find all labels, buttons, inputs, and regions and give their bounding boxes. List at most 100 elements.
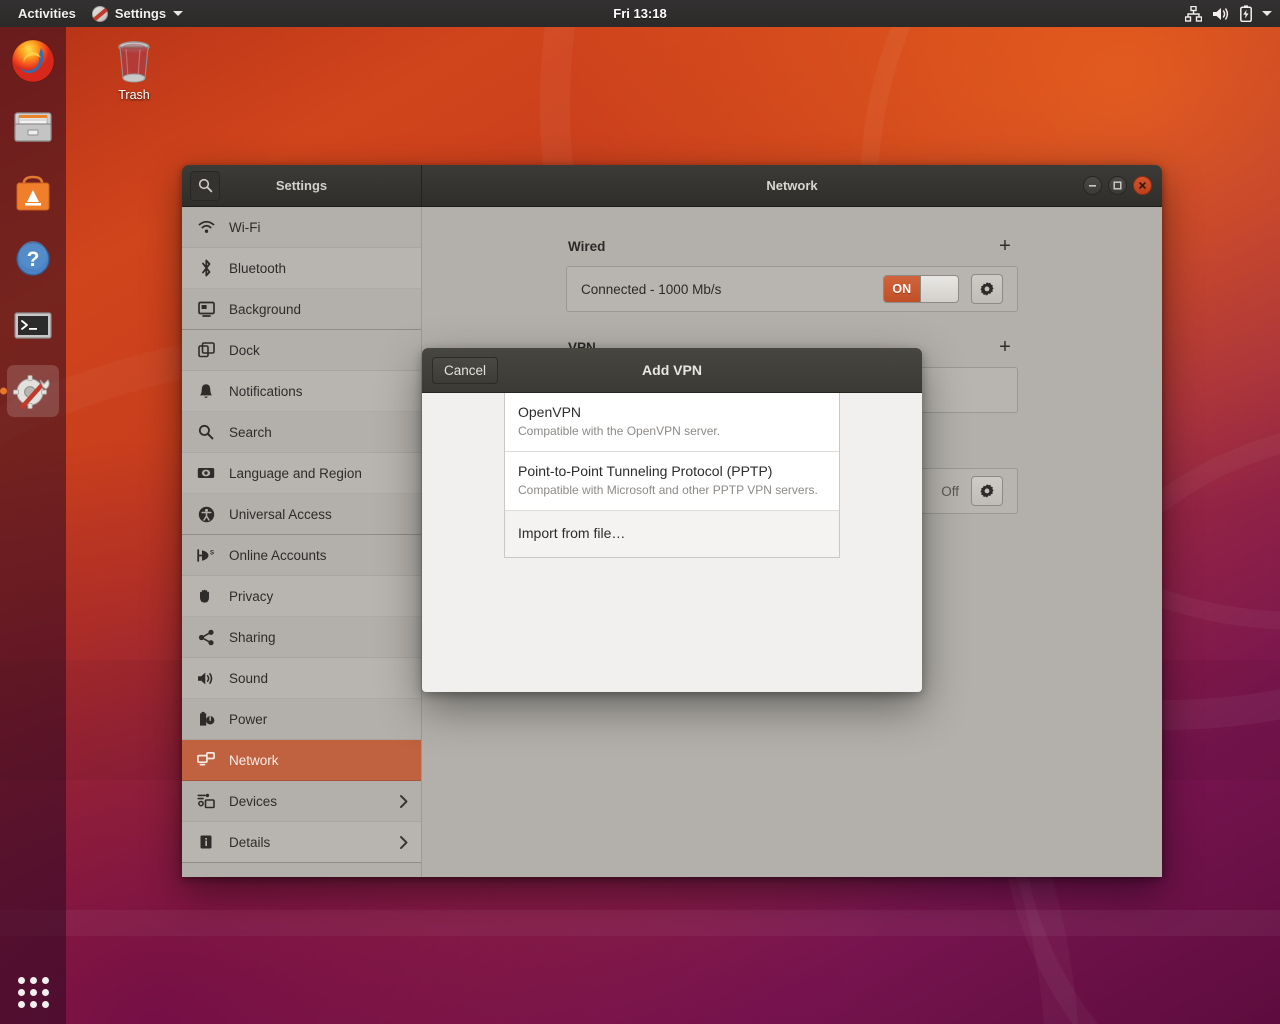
background-icon bbox=[196, 301, 216, 318]
devices-icon bbox=[196, 793, 216, 809]
chevron-down-icon bbox=[173, 11, 184, 16]
accessibility-icon bbox=[196, 506, 216, 523]
settings-gear-wrench-icon bbox=[13, 375, 50, 409]
network-icon bbox=[196, 752, 216, 768]
dock-item-software[interactable] bbox=[7, 167, 59, 219]
search-icon bbox=[196, 424, 216, 440]
close-button[interactable] bbox=[1133, 176, 1152, 195]
section-title: Wired bbox=[568, 238, 606, 254]
sidebar-item-label: Bluetooth bbox=[229, 260, 287, 276]
chevron-right-icon bbox=[399, 835, 409, 850]
sidebar-item-dock[interactable]: Dock bbox=[182, 330, 421, 371]
sidebar-item-label: Network bbox=[229, 752, 279, 768]
language-icon bbox=[196, 466, 216, 480]
sidebar-item-wi-fi[interactable]: Wi-Fi bbox=[182, 207, 421, 248]
sidebar-item-sharing[interactable]: Sharing bbox=[182, 617, 421, 658]
proxy-add-placeholder bbox=[994, 437, 1016, 459]
maximize-button[interactable] bbox=[1108, 176, 1127, 195]
toggle-knob bbox=[919, 276, 958, 302]
bell-icon bbox=[196, 383, 216, 400]
sidebar-item-label: Universal Access bbox=[229, 506, 332, 522]
wired-toggle[interactable]: ON bbox=[883, 275, 959, 303]
sidebar-item-details[interactable]: Details bbox=[182, 822, 421, 863]
sidebar-item-label: Sharing bbox=[229, 629, 276, 645]
dock-icon bbox=[196, 342, 216, 358]
wallpaper-band bbox=[0, 910, 1280, 936]
sidebar-item-label: Devices bbox=[229, 793, 278, 809]
grid-dot bbox=[30, 977, 37, 984]
ubuntu-software-icon bbox=[16, 175, 50, 211]
dock-item-firefox[interactable] bbox=[7, 35, 59, 87]
list-item[interactable]: Import from file… bbox=[505, 511, 839, 557]
desktop-icon-trash[interactable]: Trash bbox=[101, 38, 167, 102]
add-vpn-button[interactable]: + bbox=[994, 336, 1016, 358]
sidebar-item-notifications[interactable]: Notifications bbox=[182, 371, 421, 412]
list-item[interactable]: Point-to-Point Tunneling Protocol (PPTP)… bbox=[505, 452, 839, 511]
show-applications-button[interactable] bbox=[11, 970, 55, 1014]
app-menu-button[interactable]: Settings bbox=[84, 2, 191, 26]
window-header-right: Network bbox=[422, 165, 1162, 206]
vpn-option-name: Import from file… bbox=[518, 525, 626, 541]
search-icon bbox=[198, 178, 212, 193]
vpn-option-description: Compatible with Microsoft and other PPTP… bbox=[518, 483, 818, 497]
sound-icon bbox=[196, 671, 216, 686]
list-item[interactable]: OpenVPN Compatible with the OpenVPN serv… bbox=[505, 393, 839, 452]
sidebar-item-background[interactable]: Background bbox=[182, 289, 421, 330]
dock-item-files[interactable] bbox=[7, 101, 59, 153]
clock[interactable]: Fri 13:18 bbox=[0, 6, 1280, 21]
power-icon bbox=[196, 711, 216, 728]
sidebar-item-label: Wi-Fi bbox=[229, 219, 261, 235]
sidebar-item-power[interactable]: Power bbox=[182, 699, 421, 740]
add-wired-button[interactable]: + bbox=[994, 235, 1016, 257]
help-icon: ? bbox=[16, 241, 50, 276]
vpn-type-list: OpenVPN Compatible with the OpenVPN serv… bbox=[504, 393, 840, 558]
dock-item-help[interactable]: ? bbox=[7, 233, 59, 285]
sidebar-item-search[interactable]: Search bbox=[182, 412, 421, 453]
sidebar-item-privacy[interactable]: Privacy bbox=[182, 576, 421, 617]
grid-dot bbox=[42, 989, 49, 996]
sidebar-item-universal-access[interactable]: Universal Access bbox=[182, 494, 421, 535]
add-vpn-dialog: Cancel Add VPN OpenVPN Compatible with t… bbox=[422, 348, 922, 692]
dock-item-settings[interactable] bbox=[7, 365, 59, 417]
sidebar-search-button[interactable] bbox=[190, 170, 220, 201]
chevron-right-icon bbox=[399, 794, 409, 809]
volume-icon bbox=[1213, 7, 1229, 20]
network-wired-icon bbox=[1185, 5, 1202, 22]
minimize-button[interactable] bbox=[1083, 176, 1102, 195]
wired-settings-button[interactable] bbox=[971, 274, 1003, 304]
hand-icon bbox=[196, 588, 216, 604]
sidebar-header: Settings bbox=[182, 165, 422, 206]
svg-text:S: S bbox=[210, 550, 214, 556]
grid-dot bbox=[18, 977, 25, 984]
system-menu-chevron-icon[interactable] bbox=[1262, 11, 1272, 16]
grid-dot bbox=[42, 977, 49, 984]
dock-item-terminal[interactable] bbox=[7, 299, 59, 351]
dock: ? bbox=[0, 27, 66, 1024]
status-area[interactable] bbox=[1185, 5, 1272, 22]
sidebar-item-network[interactable]: Network bbox=[182, 740, 421, 781]
wired-status-label: Connected - 1000 Mb/s bbox=[581, 281, 722, 297]
terminal-icon bbox=[14, 312, 52, 339]
sidebar-item-bluetooth[interactable]: Bluetooth bbox=[182, 248, 421, 289]
sidebar-item-devices[interactable]: Devices bbox=[182, 781, 421, 822]
sidebar-item-sound[interactable]: Sound bbox=[182, 658, 421, 699]
activities-button[interactable]: Activities bbox=[10, 2, 84, 25]
sidebar-item-label: Sound bbox=[229, 670, 269, 686]
gear-icon bbox=[980, 282, 994, 296]
sidebar-item-label: Language and Region bbox=[229, 465, 362, 481]
battery-charging-icon bbox=[1240, 5, 1252, 22]
files-icon bbox=[14, 112, 52, 142]
proxy-settings-button[interactable] bbox=[971, 476, 1003, 506]
sidebar-item-language-and-region[interactable]: Language and Region bbox=[182, 453, 421, 494]
grid-dot bbox=[18, 1001, 25, 1008]
grid-dot bbox=[42, 1001, 49, 1008]
section-wired: Wired + Connected - 1000 Mb/s ON bbox=[566, 235, 1018, 312]
toggle-on-label: ON bbox=[884, 276, 920, 302]
sidebar-item-label: Background bbox=[229, 301, 302, 317]
maximize-icon bbox=[1113, 181, 1122, 190]
sidebar-item-online-accounts[interactable]: S Online Accounts bbox=[182, 535, 421, 576]
details-icon bbox=[196, 834, 216, 850]
desktop-icon-label: Trash bbox=[118, 88, 150, 102]
cancel-button[interactable]: Cancel bbox=[432, 356, 499, 384]
wifi-icon bbox=[196, 220, 216, 234]
